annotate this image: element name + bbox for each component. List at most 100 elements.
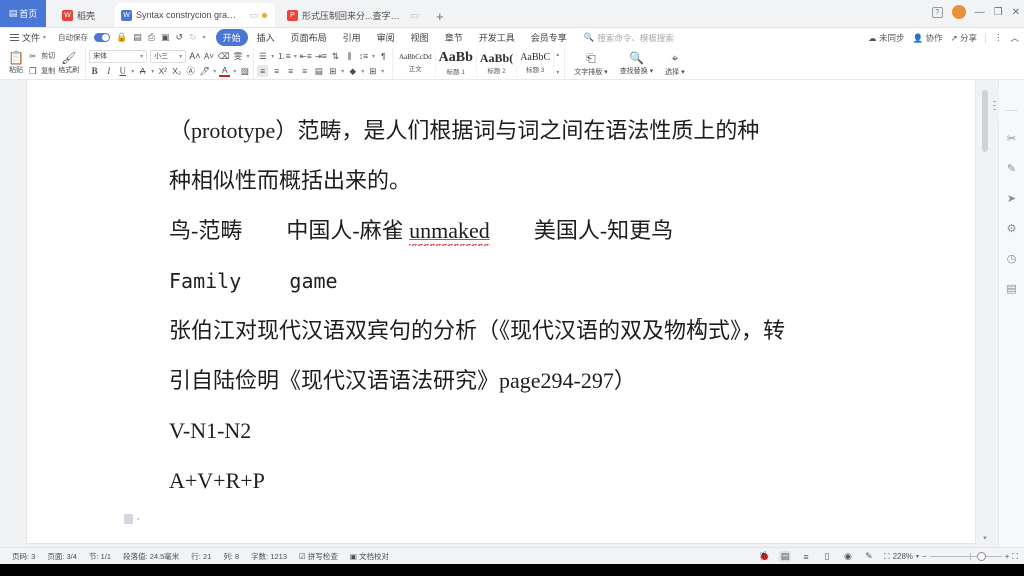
format-painter-icon[interactable]: 🖌 [61, 51, 76, 65]
chevron-down-icon[interactable]: ▾ [916, 553, 919, 560]
format-painter-label[interactable]: 格式刷 [58, 65, 79, 75]
sort-icon[interactable]: ⇅ [330, 50, 341, 62]
collapse-ribbon-icon[interactable]: ︿ [1010, 32, 1019, 44]
chevron-down-icon[interactable]: ▾ [213, 68, 216, 75]
superscript-button[interactable]: X² [157, 65, 168, 77]
status-spell-check[interactable]: ☑ 拼写检查 [293, 551, 344, 562]
vertical-scrollbar-thumb[interactable] [982, 90, 988, 152]
history-clock-icon[interactable]: ◷ [1007, 252, 1017, 265]
more-options-icon[interactable]: ⋮ [994, 32, 1003, 43]
font-family-select[interactable]: 宋体 ▾ [89, 49, 148, 63]
clear-format-icon[interactable]: ⌫ [217, 50, 229, 62]
vertical-scrollbar[interactable] [982, 84, 988, 539]
tab-pdf-close-icon[interactable]: ▭ [411, 10, 420, 21]
distribute-icon[interactable]: ▤ [313, 65, 324, 77]
reading-view-icon[interactable]: ◉ [842, 551, 854, 562]
close-button[interactable]: ✕ [1012, 7, 1020, 18]
chevron-down-icon[interactable]: ▾ [294, 53, 297, 60]
search-command-box[interactable]: 🔍 搜索命令、模板搜索 [584, 32, 674, 44]
fullscreen-button[interactable]: ⛶ [1012, 552, 1018, 562]
file-menu-button[interactable]: 文件 ▾ [4, 30, 52, 45]
document-text-area[interactable]: （prototype）范畴，是人们根据词与词之间在语法性质上的种 种相似性而概括… [27, 80, 975, 506]
chevron-down-icon[interactable]: ▾ [151, 68, 154, 75]
chevron-down-icon[interactable]: ▾ [372, 53, 375, 60]
chevron-down-icon[interactable]: ▾ [131, 68, 134, 75]
ink-view-icon[interactable]: ✎ [863, 551, 875, 562]
style-heading-1[interactable]: AaBb 标题 1 [436, 49, 477, 78]
shading-icon[interactable]: ◆ [347, 65, 358, 77]
zoom-slider-knob[interactable] [976, 552, 986, 561]
underline-button[interactable]: U [117, 65, 128, 77]
text-layout-button[interactable]: ⎗ 文字排版 ▾ [568, 49, 613, 79]
maximize-button[interactable]: ❐ [994, 7, 1003, 18]
align-center-icon[interactable]: ≡ [271, 65, 282, 77]
paste-label[interactable]: 粘贴 [9, 65, 23, 75]
copy-button[interactable]: ❐ 复制 [27, 64, 55, 78]
export-pdf-icon[interactable]: ▣ [161, 32, 170, 43]
document-canvas[interactable]: （prototype）范畴，是人们根据词与词之间在语法性质上的种 种相似性而概括… [0, 80, 1024, 555]
show-marks-icon[interactable]: ¶ [378, 50, 389, 62]
ribbon-tab-member[interactable]: 会员专享 [524, 29, 574, 46]
style-heading-3[interactable]: AaBbC 标题 3 [517, 49, 555, 78]
chevron-down-icon[interactable]: ▾ [246, 53, 249, 60]
style-heading-2[interactable]: AaBb( 标题 2 [477, 49, 518, 78]
feedback-bug-icon[interactable]: 🐞 [759, 551, 770, 562]
font-size-select[interactable]: 小三 ▾ [150, 49, 187, 63]
tab-close-icon[interactable]: ▭ [250, 10, 259, 21]
document-page[interactable]: （prototype）范畴，是人们根据词与词之间在语法性质上的种 种相似性而概括… [27, 80, 975, 543]
italic-button[interactable]: I [103, 65, 114, 77]
save-printer-icon[interactable]: ▤ [1006, 282, 1016, 295]
shrink-font-icon[interactable]: A˅ [203, 50, 214, 62]
avatar[interactable] [951, 5, 966, 19]
styles-scroll-up-icon[interactable]: ▴ [556, 51, 559, 58]
customize-qat-icon[interactable]: ▾ [203, 34, 206, 41]
subscript-button[interactable]: X₂ [171, 65, 182, 77]
grow-font-icon[interactable]: A˄ [189, 50, 200, 62]
cut-button[interactable]: ✂ 剪切 [27, 49, 55, 63]
ribbon-tab-developer[interactable]: 开发工具 [472, 29, 522, 46]
autosave-toggle[interactable] [94, 33, 111, 42]
attachment-icon[interactable]: ✂ [1007, 132, 1016, 145]
tab-syntax-doc[interactable]: W Syntax constrycion grammar1 ▭ [115, 3, 276, 27]
decrease-indent-icon[interactable]: ⇤≡ [300, 50, 312, 62]
fit-page-icon[interactable]: ⛶ [884, 552, 890, 562]
zoom-slider-track[interactable] [929, 552, 1002, 561]
align-left-icon[interactable]: ≡ [257, 65, 269, 77]
justify-icon[interactable]: ≡ [299, 65, 310, 77]
highlighter-pen-icon[interactable]: ✎ [1007, 162, 1016, 175]
lock-icon[interactable]: 🔒 [116, 32, 127, 43]
pinyin-guide-icon[interactable]: 雯 [232, 50, 243, 62]
zoom-level-label[interactable]: 228% [893, 552, 913, 561]
select-button[interactable]: ⌖ 选择 ▾ [659, 49, 690, 79]
strikethrough-button[interactable]: A [137, 65, 148, 77]
borders-icon[interactable]: ⊞ [367, 65, 378, 77]
sync-status[interactable]: ☁ 未同步 [868, 32, 904, 44]
paragraph-layout-icon[interactable]: ⊞ [327, 65, 338, 77]
zoom-out-button[interactable]: − [922, 552, 927, 561]
scroll-down-button[interactable]: ▾ [980, 533, 990, 543]
chevron-down-icon[interactable]: ▾ [381, 68, 384, 75]
status-word-count[interactable]: 字数: 1213 [245, 551, 293, 562]
zoom-in-button[interactable]: + [1005, 552, 1010, 561]
find-replace-button[interactable]: 🔍 查找替换 ▾ [614, 49, 659, 79]
chevron-down-icon[interactable]: ▾ [341, 68, 344, 75]
collaborate-button[interactable]: 👤 协作 [913, 32, 943, 44]
save-as-icon[interactable]: ▤ [133, 32, 142, 43]
ribbon-tab-home[interactable]: 开始 [215, 29, 248, 46]
paste-icon[interactable]: 📋 [8, 50, 24, 65]
chevron-down-icon[interactable]: ▾ [271, 53, 274, 60]
sliders-settings-icon[interactable]: ⚙ [1007, 222, 1017, 235]
char-border-button[interactable]: Ⓐ [185, 65, 196, 77]
new-tab-button[interactable]: + [427, 9, 453, 27]
rail-collapse-handle[interactable] [990, 88, 999, 122]
help-icon[interactable]: ? [931, 6, 943, 18]
misspelled-word[interactable]: unmaked [409, 218, 490, 248]
undo-icon[interactable]: ↺ [175, 32, 183, 43]
multilevel-list-icon[interactable]: ⫼ [344, 50, 355, 62]
font-color-icon[interactable]: A [219, 65, 231, 77]
minimize-button[interactable]: — [975, 7, 985, 18]
highlight-color-icon[interactable]: 🖊 [199, 65, 210, 77]
char-shading-icon[interactable]: ▨ [239, 65, 250, 77]
ribbon-tab-references[interactable]: 引用 [336, 29, 368, 46]
numbering-icon[interactable]: ⒈≡ [277, 50, 290, 62]
